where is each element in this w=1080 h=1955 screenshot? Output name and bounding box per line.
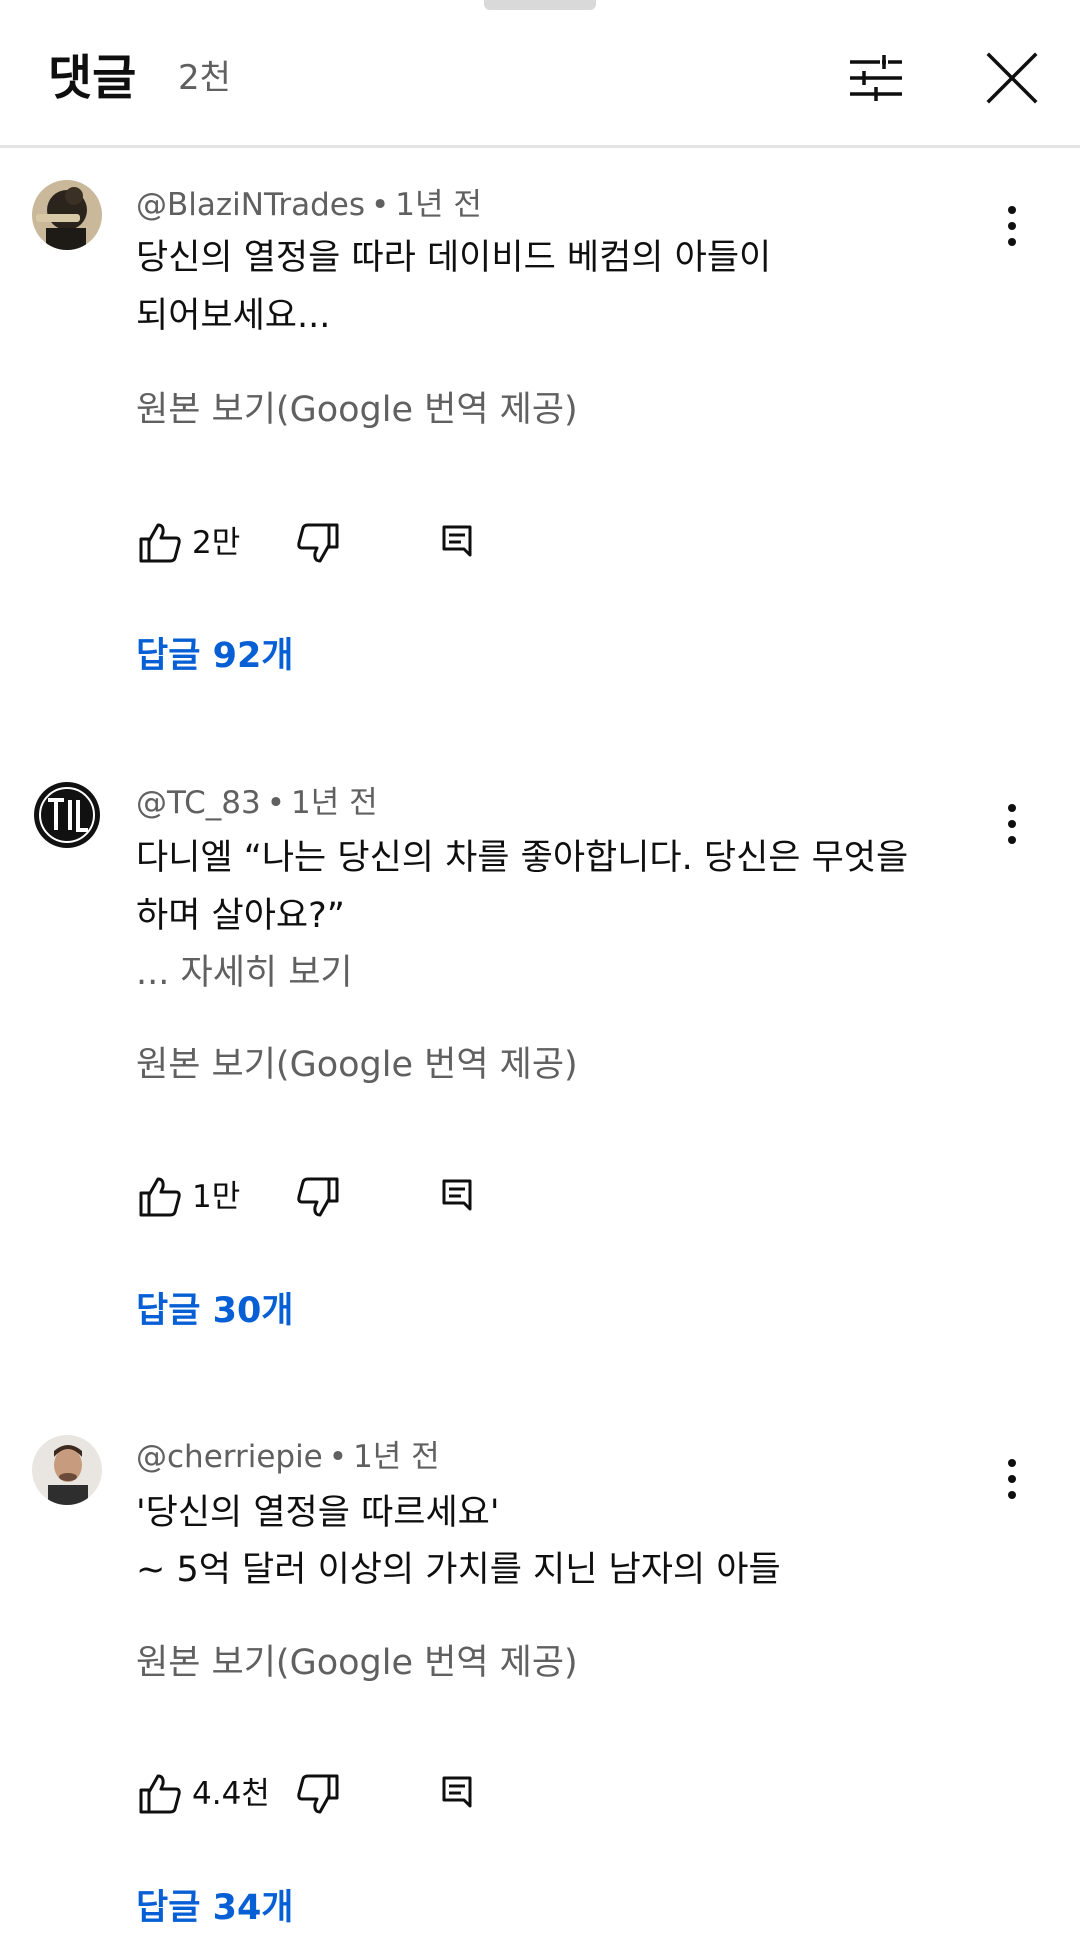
- reply-icon: [442, 1179, 472, 1211]
- like-count: 1만: [192, 1179, 241, 1215]
- avatar-logo-icon: [34, 782, 100, 848]
- reply-icon: [442, 1776, 472, 1808]
- comment-text-line: 당신의 열정을 따라 데이비드 베컴의 아들이: [136, 238, 772, 278]
- thumb-down-icon: [297, 523, 339, 563]
- comment-author[interactable]: @BlaziNTrades: [136, 187, 365, 223]
- read-more-link[interactable]: ... 자세히 보기: [136, 950, 353, 996]
- comment-time: 1년 전: [291, 785, 378, 821]
- thumb-up-icon: [139, 523, 181, 563]
- more-vert-icon: [1008, 804, 1016, 812]
- comment-count: 2천: [178, 58, 231, 98]
- dislike-button[interactable]: [294, 1173, 342, 1221]
- more-vert-icon-dot: [1008, 1475, 1016, 1483]
- comments-sheet: 댓글 2천 @BlaziNTrades • 1년 전 당신의 열정을 따라 데이…: [0, 0, 1080, 1955]
- view-original-link[interactable]: 원본 보기(Google 번역 제공): [136, 387, 578, 433]
- comment-actions: 2만: [136, 519, 536, 569]
- page-title: 댓글: [48, 50, 137, 106]
- comment-time: 1년 전: [395, 187, 482, 223]
- reply-button[interactable]: [434, 1770, 482, 1818]
- comment-author[interactable]: @cherriepie: [136, 1439, 323, 1475]
- dislike-button[interactable]: [294, 519, 342, 567]
- reply-button[interactable]: [434, 519, 482, 567]
- more-vert-icon-dot: [1008, 820, 1016, 828]
- comment-meta: @BlaziNTrades • 1년 전: [136, 185, 482, 225]
- view-original-link[interactable]: 원본 보기(Google 번역 제공): [136, 1640, 578, 1686]
- thumb-up-icon: [139, 1177, 181, 1217]
- comment-meta: @TC_83 • 1년 전: [136, 783, 378, 823]
- more-options-button[interactable]: [990, 198, 1034, 254]
- comment-author[interactable]: @TC_83: [136, 785, 261, 821]
- replies-link[interactable]: 답글 30개: [136, 1288, 294, 1334]
- avatar[interactable]: [32, 180, 102, 250]
- meta-separator: •: [370, 187, 390, 223]
- more-vert-icon: [1008, 1459, 1016, 1467]
- replies-link[interactable]: 답글 34개: [136, 1885, 294, 1931]
- like-count: 4.4천: [192, 1776, 270, 1812]
- replies-link[interactable]: 답글 92개: [136, 633, 294, 679]
- comment-actions: 4.4천: [136, 1770, 536, 1820]
- comment-time: 1년 전: [353, 1439, 440, 1475]
- reply-icon: [442, 525, 472, 557]
- more-vert-icon-dot: [1008, 238, 1016, 246]
- more-vert-icon-dot: [1008, 222, 1016, 230]
- comment-text-line: 되어보세요...: [136, 296, 331, 336]
- avatar-photo-icon: [32, 180, 102, 250]
- thumb-down-icon: [297, 1774, 339, 1814]
- dislike-button[interactable]: [294, 1770, 342, 1818]
- thumb-down-icon: [297, 1177, 339, 1217]
- more-vert-icon-dot: [1008, 836, 1016, 844]
- comment-text-line: '당신의 열정을 따르세요': [136, 1493, 500, 1533]
- thumb-up-icon: [139, 1774, 181, 1814]
- more-options-button[interactable]: [990, 1451, 1034, 1507]
- avatar-photo-icon: [32, 1435, 102, 1505]
- close-icon: [986, 52, 1038, 104]
- like-button[interactable]: [136, 1770, 184, 1818]
- more-vert-icon: [1008, 206, 1016, 214]
- close-button[interactable]: [974, 40, 1050, 116]
- meta-separator: •: [266, 785, 286, 821]
- like-count: 2만: [192, 525, 241, 561]
- comment-actions: 1만: [136, 1173, 536, 1223]
- more-options-button[interactable]: [990, 796, 1034, 852]
- reply-button[interactable]: [434, 1173, 482, 1221]
- filter-icon: [850, 55, 902, 101]
- comment-meta: @cherriepie • 1년 전: [136, 1437, 440, 1477]
- view-original-link[interactable]: 원본 보기(Google 번역 제공): [136, 1042, 578, 1088]
- comment-text-line: ~ 5억 달러 이상의 가치를 지닌 남자의 아들: [136, 1550, 781, 1590]
- comment-text-line: 하며 살아요?”: [136, 896, 345, 936]
- more-vert-icon-dot: [1008, 1491, 1016, 1499]
- filter-button[interactable]: [838, 40, 914, 116]
- meta-separator: •: [328, 1439, 348, 1475]
- like-button[interactable]: [136, 1173, 184, 1221]
- like-button[interactable]: [136, 519, 184, 567]
- avatar[interactable]: [32, 1435, 102, 1505]
- comment-text-line: 다니엘 “나는 당신의 차를 좋아합니다. 당신은 무엇을: [136, 838, 909, 878]
- comments-header: 댓글 2천: [0, 0, 1080, 148]
- avatar[interactable]: [32, 780, 102, 850]
